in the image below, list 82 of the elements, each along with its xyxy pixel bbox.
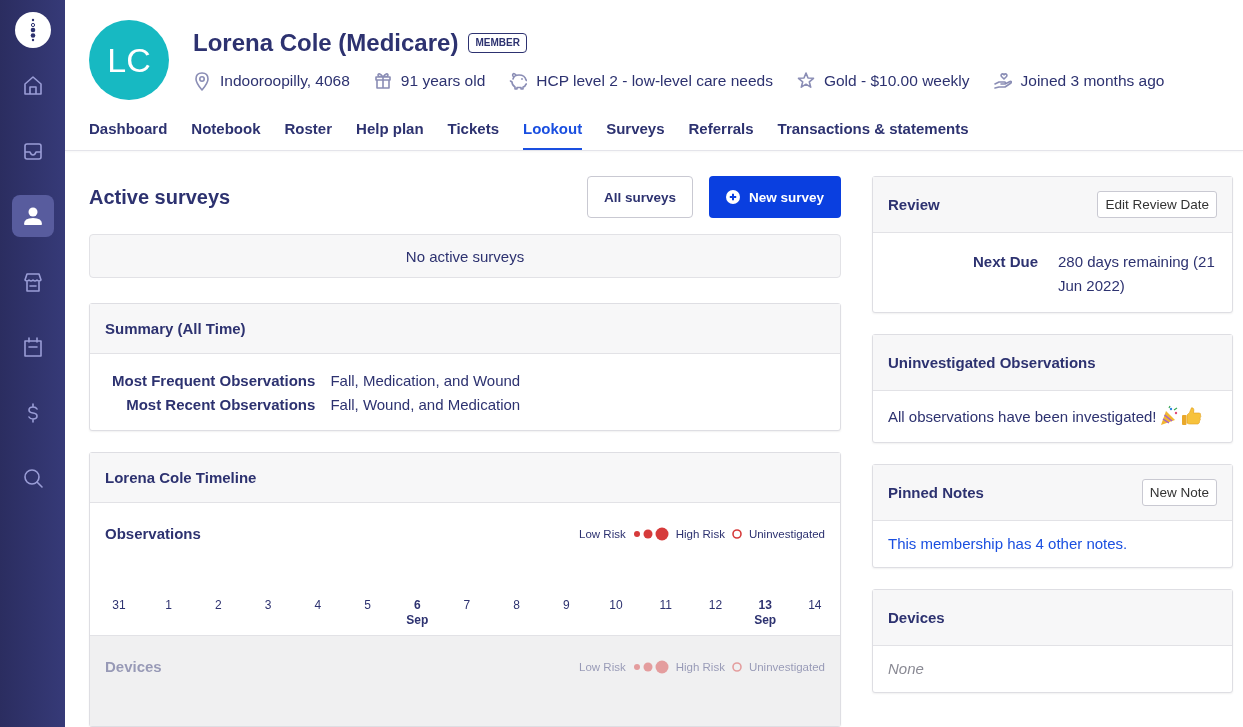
section-title: Active surveys xyxy=(89,185,231,209)
tab[interactable]: Notebook xyxy=(191,117,261,150)
day-label: 4 xyxy=(314,598,322,612)
legend-label: Low Risk xyxy=(579,660,626,673)
day-label: 13 xyxy=(758,598,772,612)
day-label: 31 xyxy=(112,598,126,612)
empty-state: None xyxy=(888,660,924,677)
day-label: 7 xyxy=(463,598,471,612)
summary-label: Most Frequent Observations xyxy=(112,372,316,389)
tab[interactable]: Referrals xyxy=(688,117,754,150)
search-icon xyxy=(21,467,44,489)
timeline-section-title: Observations xyxy=(105,525,201,542)
hollow-dot-icon xyxy=(731,661,742,672)
tab[interactable]: Help plan xyxy=(356,117,424,150)
day-label: 8 xyxy=(513,598,520,612)
day-label: 10 xyxy=(609,598,623,612)
review-value: 280 days remaining (21 Jun 2022) xyxy=(1058,252,1216,296)
summary-value: Fall, Wound, and Medication xyxy=(330,396,521,413)
logo[interactable] xyxy=(14,12,51,48)
hollow-dot-icon xyxy=(731,528,742,539)
gift-icon xyxy=(373,71,392,91)
card-title: Pinned Notes xyxy=(888,484,984,501)
tab[interactable]: Lookout xyxy=(523,117,583,150)
risk-dots-icon xyxy=(632,526,669,541)
summary-label: Most Recent Observations xyxy=(125,396,316,413)
status-message: All observations have been investigated! xyxy=(888,407,1157,425)
piggy-bank-icon xyxy=(509,71,528,91)
sidebar-item[interactable] xyxy=(11,195,54,237)
tab[interactable]: Transactions & statements xyxy=(777,117,969,150)
day-label: 3 xyxy=(264,598,272,612)
new-note-button[interactable]: New Note xyxy=(1141,479,1217,506)
card-title: Summary (All Time) xyxy=(105,320,246,337)
detail-text: HCP level 2 - low-level care needs xyxy=(536,72,773,90)
day-label: 5 xyxy=(364,598,371,612)
member-badge: MEMBER xyxy=(468,33,527,53)
tab[interactable]: Dashboard xyxy=(89,117,168,150)
tab[interactable]: Tickets xyxy=(447,117,499,150)
legend-label: High Risk xyxy=(675,527,725,540)
timeline-section-title: Devices xyxy=(105,658,162,675)
detail-text: 91 years old xyxy=(400,72,486,90)
avatar: LC xyxy=(89,20,169,100)
day-label: 1 xyxy=(165,598,173,612)
legend-label: Uninvestigated xyxy=(748,660,825,673)
day-label: 2 xyxy=(215,598,222,612)
summary-value: Fall, Medication, and Wound xyxy=(330,372,521,389)
member-name: Lorena Cole (Medicare) xyxy=(193,29,459,57)
location-pin-icon xyxy=(193,71,211,91)
tab[interactable]: Roster xyxy=(284,117,333,150)
card-title: Devices xyxy=(888,609,945,626)
store-icon xyxy=(21,270,44,293)
card-title: Uninvestigated Observations xyxy=(888,354,1096,371)
edit-review-date-button[interactable]: Edit Review Date xyxy=(1097,191,1217,218)
detail-text: Gold - $10.00 weekly xyxy=(823,72,970,90)
star-icon xyxy=(796,71,815,91)
new-survey-button[interactable]: New survey xyxy=(708,176,841,218)
empty-state: No active surveys xyxy=(89,234,841,278)
party-popper-icon xyxy=(1158,405,1179,427)
thumbs-up-icon xyxy=(1180,405,1202,427)
month-label: Sep xyxy=(406,613,429,627)
calendar-icon xyxy=(21,336,44,358)
review-label: Next Due xyxy=(971,252,1038,272)
detail-text: Joined 3 months ago xyxy=(1020,72,1165,90)
detail-text: Indooroopilly, 4068 xyxy=(220,72,350,90)
legend-label: Low Risk xyxy=(579,527,626,540)
legend-label: High Risk xyxy=(675,660,725,673)
day-label: 6 xyxy=(413,598,421,612)
hand-heart-icon xyxy=(993,71,1012,91)
day-label: 11 xyxy=(659,598,672,612)
plus-icon xyxy=(725,190,740,204)
day-label: 9 xyxy=(563,598,570,612)
all-surveys-button[interactable]: All surveys xyxy=(586,176,693,218)
card-title: Review xyxy=(888,196,940,213)
month-label: Sep xyxy=(754,613,777,627)
card-title: Lorena Cole Timeline xyxy=(105,469,257,486)
day-label: 12 xyxy=(708,598,723,612)
day-label: 14 xyxy=(808,598,822,612)
tab[interactable]: Surveys xyxy=(606,117,665,150)
notes-link[interactable]: This membership has 4 other notes. xyxy=(888,535,1128,552)
home-icon xyxy=(21,74,44,96)
legend-label: Uninvestigated xyxy=(748,527,825,540)
person-icon xyxy=(21,205,44,227)
risk-dots-icon xyxy=(632,659,669,674)
